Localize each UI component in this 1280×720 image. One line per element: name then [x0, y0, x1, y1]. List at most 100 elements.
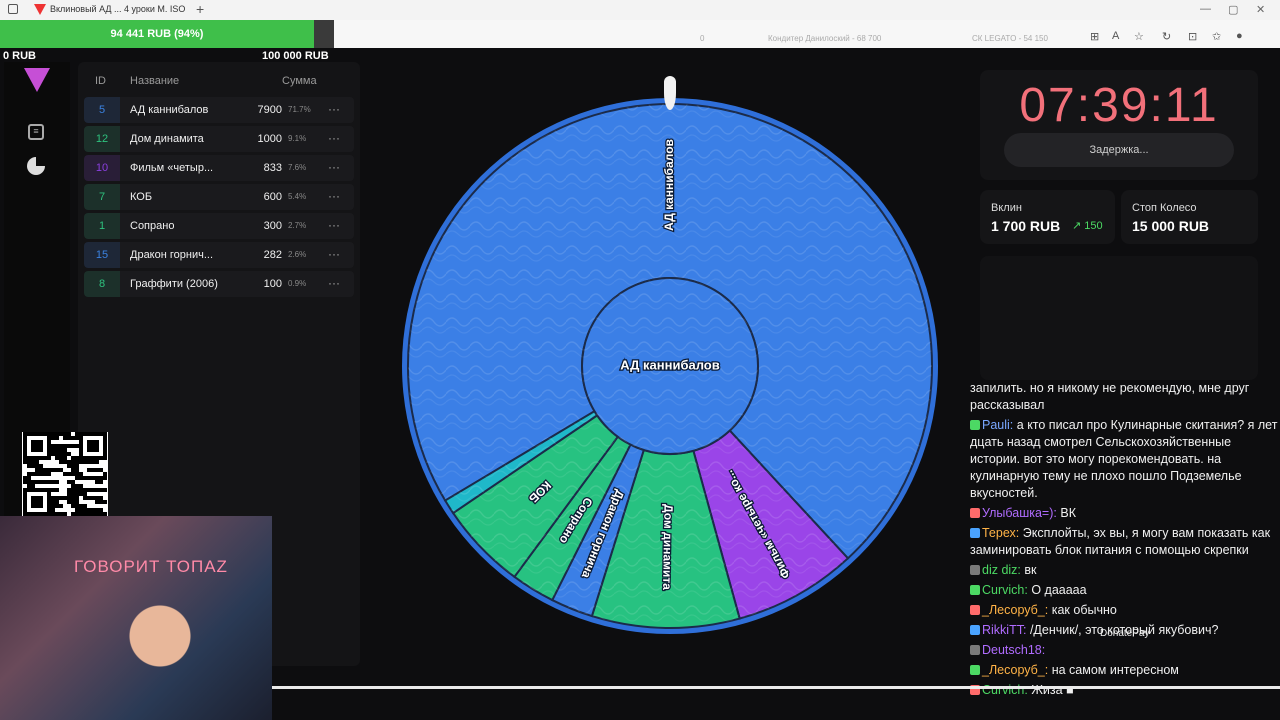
row-percent: 2.6% — [288, 250, 307, 259]
chat-text: вк — [1024, 563, 1037, 577]
new-tab-button[interactable]: + — [196, 1, 204, 17]
maximize-icon[interactable]: ▢ — [1228, 3, 1238, 16]
wheel-segment-label: АД каннибалов — [662, 139, 676, 231]
split-icon[interactable]: ⊡ — [1188, 30, 1197, 43]
table-row[interactable]: 1 Сопрано 300 2.7% ··· — [84, 213, 354, 239]
user-badge-icon — [970, 528, 980, 538]
chat-message: _Лесоруб_: как обычно — [970, 602, 1280, 622]
webcam-feed — [0, 516, 272, 720]
profile-icon[interactable]: ● — [1236, 30, 1243, 42]
goal-min-label: 0 RUB — [3, 50, 37, 62]
chat-username[interactable]: Curvich: — [982, 583, 1028, 597]
table-row[interactable]: 15 Дракон горнич... 282 2.6% ··· — [84, 242, 354, 268]
close-icon[interactable]: ✕ — [1256, 3, 1265, 16]
qr-code — [22, 432, 108, 516]
table-row[interactable]: 8 Граффити (2006) 100 0.9% ··· — [84, 271, 354, 297]
user-badge-icon — [970, 565, 980, 575]
row-name: Граффити (2006) — [130, 278, 218, 290]
chat-message: Улыбашка=): ВК — [970, 505, 1280, 525]
table-row[interactable]: 12 Дом динамита 1000 9.1% ··· — [84, 126, 354, 152]
countdown-timer: 07:39:11 — [1019, 79, 1219, 132]
chat-text: ВК — [1060, 506, 1076, 520]
chat-username[interactable]: Улыбашка=): — [982, 506, 1057, 520]
list-icon[interactable]: ≡ — [28, 124, 44, 140]
chat-feed: запилить. но я никому не рекомендую, мне… — [970, 380, 1280, 702]
reader-icon[interactable]: ⊞ — [1090, 30, 1099, 43]
row-more-button[interactable]: ··· — [328, 242, 340, 266]
address-item: СК LEGATO - 54 150 — [972, 34, 1048, 43]
user-badge-icon — [970, 665, 980, 675]
row-sum: 282 — [263, 249, 282, 261]
prize-wheel[interactable]: АД каннибаловФильм «четыре ко...Дом дина… — [398, 94, 942, 638]
stop-stat-card — [1121, 190, 1258, 244]
row-more-button[interactable]: ··· — [328, 155, 340, 179]
row-name: КОБ — [130, 191, 153, 203]
column-header-name: Название — [130, 75, 180, 87]
row-name: Дом динамита — [130, 133, 204, 145]
chat-username[interactable]: _Лесоруб_: — [982, 663, 1048, 677]
row-more-button[interactable]: ··· — [328, 213, 340, 237]
chat-username[interactable]: Pauli: — [982, 418, 1013, 432]
refresh-icon[interactable]: ↻ — [1162, 30, 1171, 43]
star-icon[interactable]: ☆ — [1134, 30, 1144, 43]
chat-username[interactable]: _Лесоруб_: — [982, 603, 1048, 617]
row-name: Сопрано — [130, 220, 175, 232]
row-more-button[interactable]: ··· — [328, 271, 340, 295]
browser-title-bar — [0, 0, 1280, 20]
pie-chart-icon[interactable] — [27, 157, 45, 175]
chat-username[interactable]: diz diz: — [982, 563, 1021, 577]
table-row[interactable]: 7 КОБ 600 5.4% ··· — [84, 184, 354, 210]
chat-message: diz diz: вк — [970, 562, 1280, 582]
donatepay-label: DonatePay — [1100, 628, 1150, 639]
chat-username[interactable]: RikkiTT: — [982, 623, 1026, 637]
row-percent: 2.7% — [288, 221, 307, 230]
table-row[interactable]: 10 Фильм «четыр... 833 7.6% ··· — [84, 155, 354, 181]
row-more-button[interactable]: ··· — [328, 184, 340, 208]
chat-username[interactable]: Терех: — [982, 526, 1019, 540]
translate-icon[interactable]: A — [1112, 30, 1119, 42]
favorites-icon[interactable]: ✩ — [1212, 30, 1221, 43]
user-badge-icon — [970, 645, 980, 655]
row-sum: 600 — [263, 191, 282, 203]
chat-message: _Лесоруб_: на самом интересном — [970, 662, 1280, 682]
minimize-icon[interactable]: — — [1200, 3, 1211, 15]
row-more-button[interactable]: ··· — [328, 126, 340, 150]
tab-favicon-icon — [34, 4, 46, 15]
table-row[interactable]: 5 АД каннибалов 7900 71.7% ··· — [84, 97, 354, 123]
stop-stat-label: Стоп Колесо — [1132, 202, 1197, 214]
chat-username[interactable]: Deutsch18: — [982, 643, 1045, 657]
column-header-sum: Сумма — [282, 75, 317, 87]
row-name: Дракон горнич... — [130, 249, 213, 261]
row-sum: 100 — [263, 278, 282, 290]
chat-message: Терех: Эксплойты, эх вы, я могу вам пока… — [970, 525, 1280, 562]
tab-menu-icon[interactable] — [8, 4, 18, 14]
row-sum: 833 — [263, 162, 282, 174]
player-progress-bar — [272, 686, 1280, 689]
chat-text: на самом интересном — [1051, 663, 1179, 677]
goal-progress-label: 94 441 RUB (94%) — [110, 28, 204, 40]
row-id: 10 — [84, 155, 120, 181]
row-id: 12 — [84, 126, 120, 152]
neon-sign-text: ГОВОРИТ ТОПАZ — [74, 557, 228, 576]
row-id: 5 — [84, 97, 120, 123]
insert-stat-value: 1 700 RUB — [991, 218, 1061, 234]
browser-tab-title[interactable]: Вклиновый АД ... 4 уроки М. ISO — [50, 4, 185, 14]
insert-stat-delta: ↗ 150 — [1072, 219, 1103, 232]
chat-message: Deutsch18: — [970, 642, 1280, 662]
insert-stat-card — [980, 190, 1115, 244]
delay-button[interactable]: Задержка... — [1004, 133, 1234, 167]
user-badge-icon — [970, 625, 980, 635]
row-percent: 7.6% — [288, 163, 307, 172]
user-badge-icon — [970, 585, 980, 595]
column-header-id: ID — [95, 75, 106, 87]
chat-message: запилить. но я никому не рекомендую, мне… — [970, 380, 1280, 417]
chat-message: Curvich: О даааaa — [970, 582, 1280, 602]
row-more-button[interactable]: ··· — [328, 97, 340, 121]
chat-text: а кто писал про Кулинарные скитания? я л… — [970, 418, 1278, 500]
user-badge-icon — [970, 508, 980, 518]
wheel-pointer — [664, 76, 676, 110]
row-sum: 300 — [263, 220, 282, 232]
chat-text: запилить. но я никому не рекомендую, мне… — [970, 381, 1250, 412]
trend-up-icon: ↗ — [1072, 220, 1082, 232]
row-id: 7 — [84, 184, 120, 210]
